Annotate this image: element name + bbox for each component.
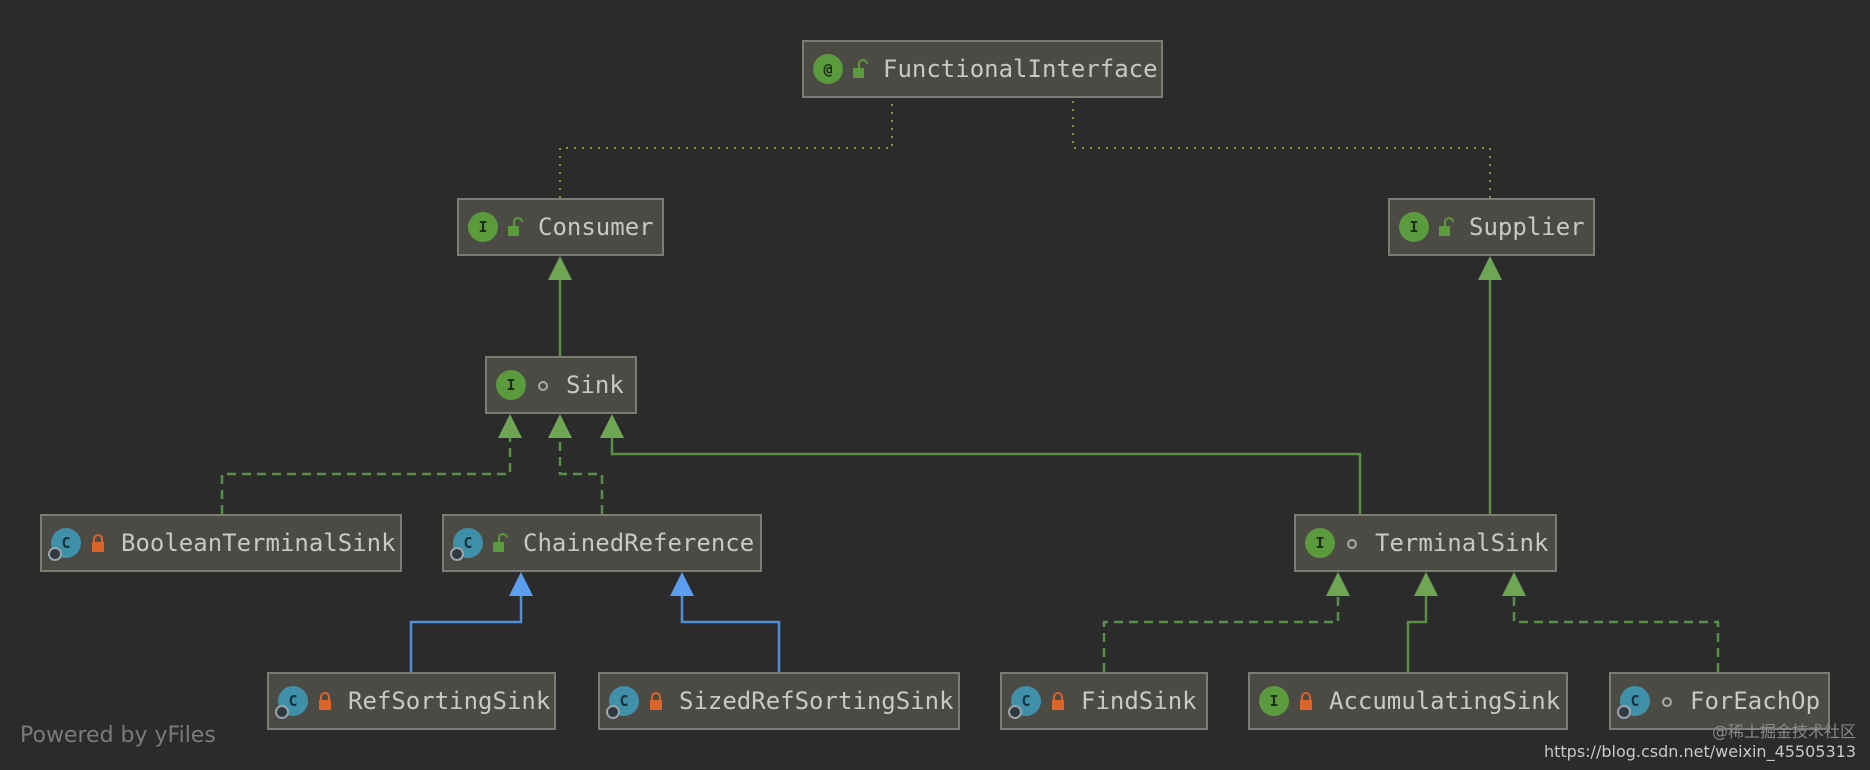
watermark-line1: @稀土掘金技术社区 [1711, 722, 1856, 741]
class-type-icon: C [450, 528, 483, 561]
arrowhead-terminalsink-right [1502, 572, 1526, 596]
lock-private-icon [92, 534, 104, 552]
arrowhead-sink-right [600, 414, 624, 438]
node-label: Consumer [538, 213, 654, 241]
edge-findsink-terminalsink [1102, 572, 1350, 672]
edge-accumulatingsink-terminalsink [1406, 572, 1438, 672]
interface-type-icon: I [468, 212, 498, 242]
unlocked-public-icon [508, 217, 523, 236]
package-private-icon [1662, 697, 1672, 707]
node-refsortingsink[interactable]: C RefSortingSink [267, 672, 556, 730]
node-label: ChainedReference [523, 529, 755, 557]
unlocked-public-icon [853, 59, 868, 78]
unlocked-public-icon [1439, 217, 1454, 236]
edge-refsortingsink-chainedreference [409, 572, 533, 672]
interface-type-icon: I [1259, 686, 1289, 716]
node-label: FunctionalInterface [883, 55, 1158, 83]
class-type-icon: C [1617, 686, 1650, 719]
class-type-icon: C [48, 528, 81, 561]
node-sizedrefsortingsink[interactable]: C SizedRefSortingSink [598, 672, 960, 730]
node-terminalsink[interactable]: I TerminalSink [1294, 514, 1557, 572]
edge-terminalsink-sink [600, 414, 1362, 514]
node-label: Supplier [1469, 213, 1585, 241]
node-label: AccumulatingSink [1329, 687, 1561, 715]
arrowhead-supplier [1478, 256, 1502, 280]
edge-supplier-functionalinterface [1072, 98, 1491, 198]
edge-consumer-functionalinterface [559, 98, 893, 198]
class-type-icon: C [275, 686, 308, 719]
interface-type-icon: I [1305, 528, 1335, 558]
edge-sizedrefsortingsink-chainedreference [670, 572, 781, 672]
interface-type-icon: I [496, 370, 526, 400]
class-type-icon: C [606, 686, 639, 719]
node-supplier[interactable]: I Supplier [1388, 198, 1595, 256]
node-label: ForEachOp [1690, 687, 1821, 715]
arrowhead-chainedreference-left [509, 572, 533, 596]
node-consumer[interactable]: I Consumer [457, 198, 664, 256]
edge-terminalsink-supplier [1478, 256, 1502, 514]
arrowhead-sink-left [498, 414, 522, 438]
node-label: Sink [566, 371, 624, 399]
arrowhead-terminalsink-left [1326, 572, 1350, 596]
edge-layer [220, 98, 1720, 672]
lock-private-icon [319, 692, 331, 710]
watermark-url: https://blog.csdn.net/weixin_45505313 [1543, 742, 1856, 761]
edge-sink-consumer [548, 256, 572, 356]
node-label: FindSink [1081, 687, 1197, 715]
package-private-icon [1347, 539, 1357, 549]
edge-foreachop-terminalsink [1502, 572, 1720, 672]
node-label: SizedRefSortingSink [679, 687, 954, 715]
node-label: RefSortingSink [348, 687, 551, 715]
annotation-type-icon: @ [813, 54, 843, 84]
node-label: BooleanTerminalSink [121, 529, 396, 557]
lock-private-icon [650, 692, 662, 710]
node-accumulatingsink[interactable]: I AccumulatingSink [1248, 672, 1568, 730]
class-type-icon: C [1008, 686, 1041, 719]
edge-booleanterminalsink-sink [220, 414, 522, 514]
arrowhead-terminalsink-middle [1414, 572, 1438, 596]
arrowhead-consumer [548, 256, 572, 280]
node-findsink[interactable]: C FindSink [1000, 672, 1208, 730]
node-chainedreference[interactable]: C ChainedReference [442, 514, 762, 572]
watermark: @稀土掘金技术社区 https://blog.csdn.net/weixin_4… [1544, 722, 1856, 762]
node-functionalinterface[interactable]: @ FunctionalInterface [802, 40, 1163, 98]
interface-type-icon: I [1399, 212, 1429, 242]
edge-chainedreference-sink [548, 414, 604, 514]
arrowhead-sink-middle [548, 414, 572, 438]
node-sink[interactable]: I Sink [485, 356, 637, 414]
lock-private-icon [1300, 692, 1312, 710]
powered-by-footer: Powered by yFiles [20, 723, 216, 748]
node-label: TerminalSink [1375, 529, 1549, 557]
lock-private-icon [1052, 692, 1064, 710]
node-booleanterminalsink[interactable]: C BooleanTerminalSink [40, 514, 402, 572]
unlocked-public-icon [493, 533, 508, 552]
arrowhead-chainedreference-right [670, 572, 694, 596]
package-private-icon [538, 381, 548, 391]
